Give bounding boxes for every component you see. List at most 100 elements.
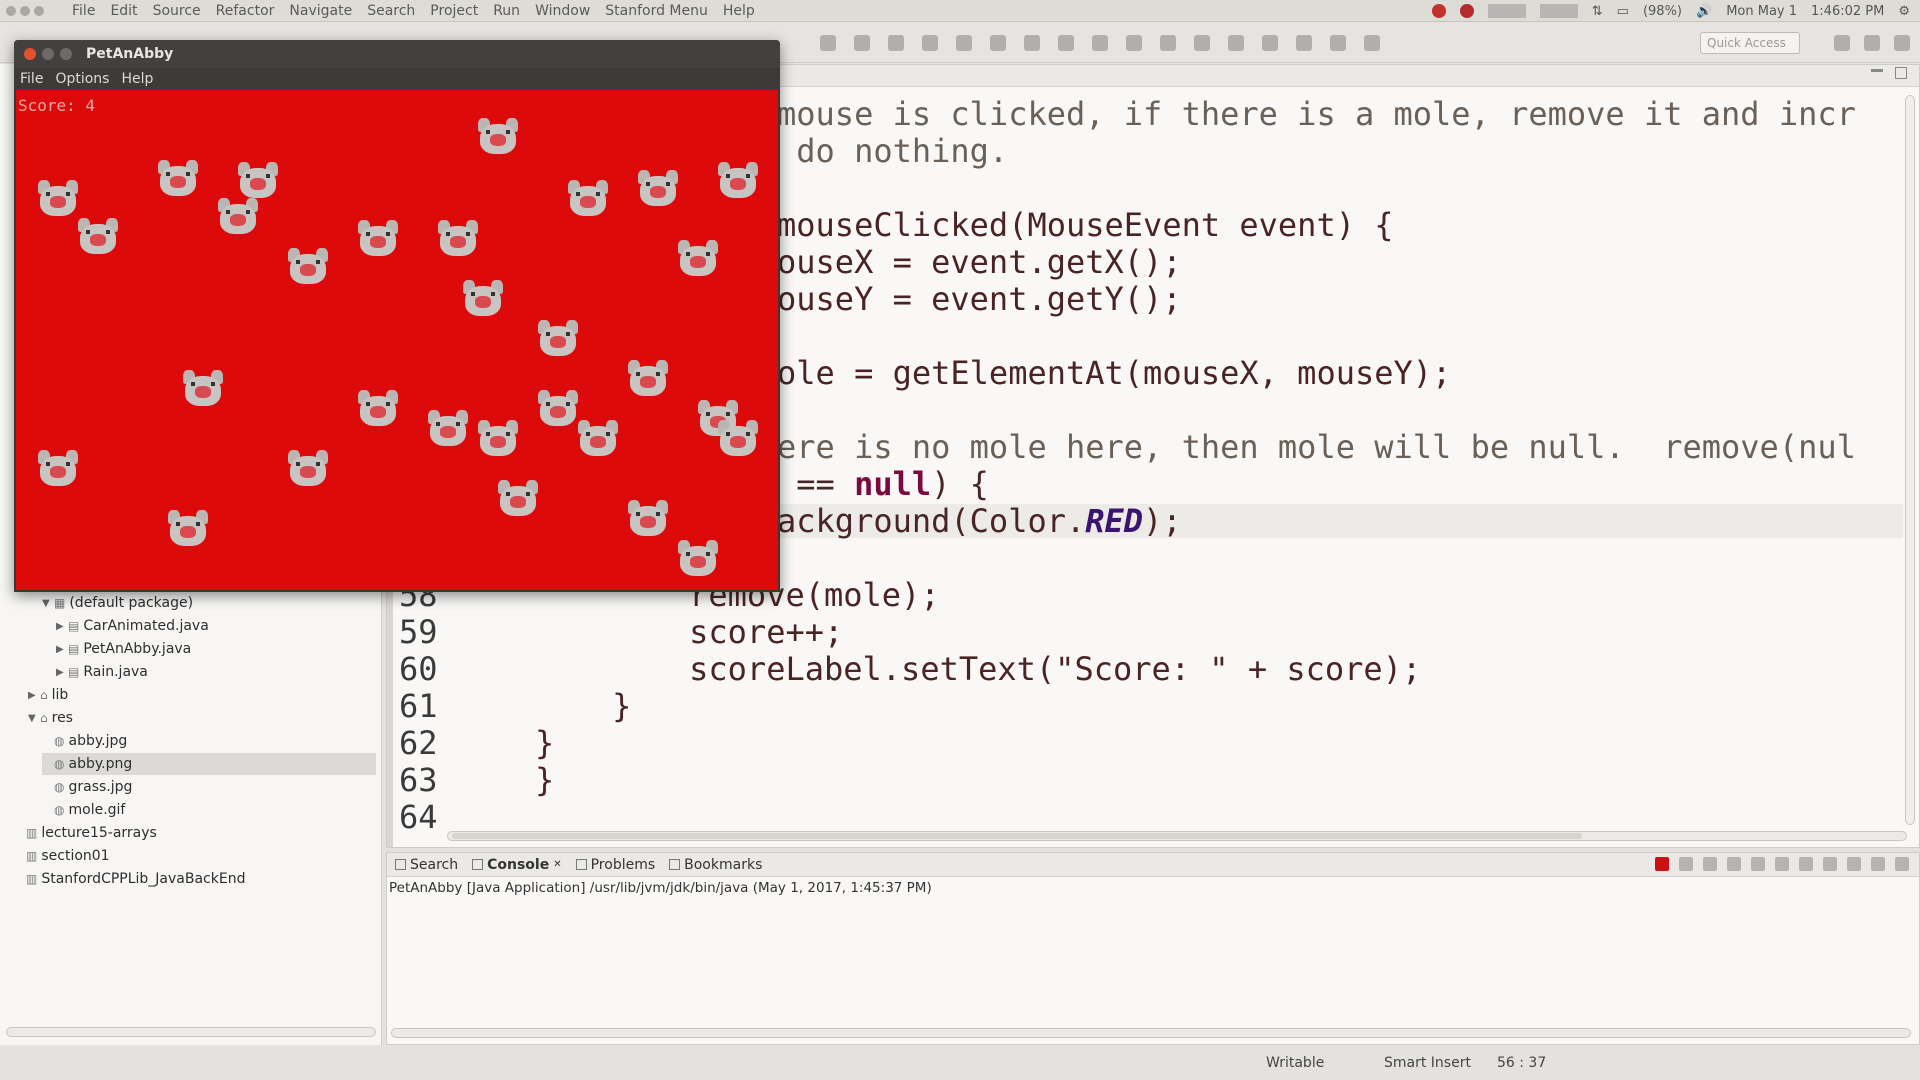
volume-icon[interactable]: 🔊: [1696, 4, 1712, 19]
run-icon[interactable]: [956, 35, 972, 51]
debug-icon[interactable]: [922, 35, 938, 51]
code-line[interactable]: do nothing.: [777, 132, 1008, 170]
chevron-right-icon[interactable]: ▶: [56, 621, 68, 632]
mole-abby-icon[interactable]: [636, 170, 680, 212]
vertical-scrollbar[interactable]: [1905, 95, 1915, 825]
tree-item[interactable]: ▥ section01: [14, 845, 376, 867]
code-line[interactable]: ouseY = event.getY();: [777, 280, 1182, 318]
new-package-icon[interactable]: [1058, 35, 1074, 51]
code-line[interactable]: ouseX = event.getX();: [777, 243, 1182, 281]
tree-item[interactable]: ▼ ▦ (default package): [42, 592, 376, 614]
remove-all-icon[interactable]: [1703, 857, 1717, 871]
print-icon[interactable]: [888, 35, 904, 51]
tab-search[interactable]: Search: [395, 857, 458, 873]
chevron-right-icon[interactable]: ▶: [56, 644, 68, 655]
prev-annotation-icon[interactable]: [1296, 35, 1312, 51]
toggle-mark-icon[interactable]: [1194, 35, 1210, 51]
save-icon[interactable]: [854, 35, 870, 51]
code-line[interactable]: mouse is clicked, if there is a mole, re…: [777, 95, 1856, 133]
code-line[interactable]: ere is no mole here, then mole will be n…: [777, 428, 1856, 466]
menu-source[interactable]: Source: [153, 3, 201, 19]
close-icon[interactable]: [24, 48, 36, 60]
mole-abby-icon[interactable]: [76, 218, 120, 260]
mole-abby-icon[interactable]: [476, 420, 520, 462]
mole-abby-icon[interactable]: [461, 280, 505, 322]
new-class-icon[interactable]: [1092, 35, 1108, 51]
tree-item[interactable]: ▶ ⌂ lib: [28, 684, 376, 706]
mole-abby-icon[interactable]: [426, 410, 470, 452]
new-icon[interactable]: [820, 35, 836, 51]
mole-abby-icon[interactable]: [476, 118, 520, 160]
external-tools-icon[interactable]: [990, 35, 1006, 51]
minimize-icon[interactable]: [1871, 857, 1885, 871]
mole-abby-icon[interactable]: [216, 198, 260, 240]
maximize-icon[interactable]: [60, 48, 72, 60]
maximize-icon[interactable]: [1895, 67, 1907, 79]
display-console-icon[interactable]: [1823, 857, 1837, 871]
next-annotation-icon[interactable]: [1262, 35, 1278, 51]
tree-item[interactable]: ▼ ⌂ res: [28, 707, 376, 729]
code-line[interactable]: }: [535, 687, 631, 725]
horizontal-scrollbar[interactable]: [391, 1028, 1911, 1038]
mole-abby-icon[interactable]: [626, 500, 670, 542]
menu-refactor[interactable]: Refactor: [216, 3, 275, 19]
tree-item[interactable]: ▶ ▤ CarAnimated.java: [56, 615, 376, 637]
code-line[interactable]: ackground(Color.RED);: [777, 502, 1182, 540]
record-icon[interactable]: [1431, 4, 1446, 18]
perspective-icon[interactable]: [1834, 35, 1850, 51]
mole-abby-icon[interactable]: [356, 390, 400, 432]
mole-abby-icon[interactable]: [436, 220, 480, 262]
app-menu-help[interactable]: Help: [121, 71, 153, 87]
settings-gear-icon[interactable]: ⚙: [1898, 4, 1910, 19]
stop-icon[interactable]: [1459, 4, 1474, 18]
chevron-down-icon[interactable]: ▼: [28, 713, 40, 724]
new-java-project-icon[interactable]: [1024, 35, 1040, 51]
code-line[interactable]: score++;: [535, 613, 843, 651]
tree-item[interactable]: ▶ ▤ Rain.java: [56, 661, 376, 683]
back-icon[interactable]: [1330, 35, 1346, 51]
mole-abby-icon[interactable]: [536, 390, 580, 432]
tray-indicator-icon[interactable]: [1539, 4, 1578, 18]
game-canvas[interactable]: Score: 4: [16, 90, 778, 590]
menu-stanford-menu[interactable]: Stanford Menu: [605, 3, 708, 19]
scroll-lock-icon[interactable]: [1751, 857, 1765, 871]
mole-abby-icon[interactable]: [166, 510, 210, 552]
mole-abby-icon[interactable]: [626, 360, 670, 402]
code-line[interactable]: }: [535, 761, 554, 799]
menu-navigate[interactable]: Navigate: [289, 3, 352, 19]
menu-window[interactable]: Window: [535, 3, 590, 19]
terminate-icon[interactable]: [1655, 857, 1669, 871]
tab-problems[interactable]: Problems: [575, 857, 655, 873]
mole-abby-icon[interactable]: [566, 180, 610, 222]
close-tab-icon[interactable]: ✕: [553, 859, 561, 870]
tab-console[interactable]: Console ✕: [472, 857, 562, 873]
petanabby-app-window[interactable]: PetAnAbby File Options Help Score: 4: [14, 40, 780, 592]
maximize-icon[interactable]: [1895, 857, 1909, 871]
menu-run[interactable]: Run: [493, 3, 520, 19]
pin-console-icon[interactable]: [1799, 857, 1813, 871]
tree-item[interactable]: ▶ ▤ PetAnAbby.java: [56, 638, 376, 660]
menu-help[interactable]: Help: [723, 3, 755, 19]
search-icon[interactable]: [1160, 35, 1176, 51]
remove-launch-icon[interactable]: [1679, 857, 1693, 871]
tree-item[interactable]: ◍ mole.gif: [42, 799, 376, 821]
close-icon[interactable]: [6, 5, 16, 16]
menu-file[interactable]: File: [72, 3, 95, 19]
code-line[interactable]: mouseClicked(MouseEvent event) {: [777, 206, 1394, 244]
tab-bookmarks[interactable]: Bookmarks: [669, 857, 762, 873]
code-line[interactable]: }: [535, 724, 554, 762]
scrollbar-thumb[interactable]: [452, 833, 1582, 839]
mole-abby-icon[interactable]: [36, 450, 80, 492]
word-wrap-icon[interactable]: [1775, 857, 1789, 871]
tray-indicator-icon[interactable]: [1487, 4, 1526, 18]
horizontal-scrollbar[interactable]: [447, 831, 1907, 841]
debug-perspective-icon[interactable]: [1894, 35, 1910, 51]
java-perspective-icon[interactable]: [1864, 35, 1880, 51]
mole-abby-icon[interactable]: [716, 420, 760, 462]
mole-abby-icon[interactable]: [576, 420, 620, 462]
network-icon[interactable]: ⇅: [1592, 4, 1603, 19]
chevron-down-icon[interactable]: ▼: [42, 598, 54, 609]
mole-abby-icon[interactable]: [676, 540, 720, 582]
mole-abby-icon[interactable]: [536, 320, 580, 362]
code-line[interactable]: scoreLabel.setText("Score: " + score);: [535, 650, 1421, 688]
